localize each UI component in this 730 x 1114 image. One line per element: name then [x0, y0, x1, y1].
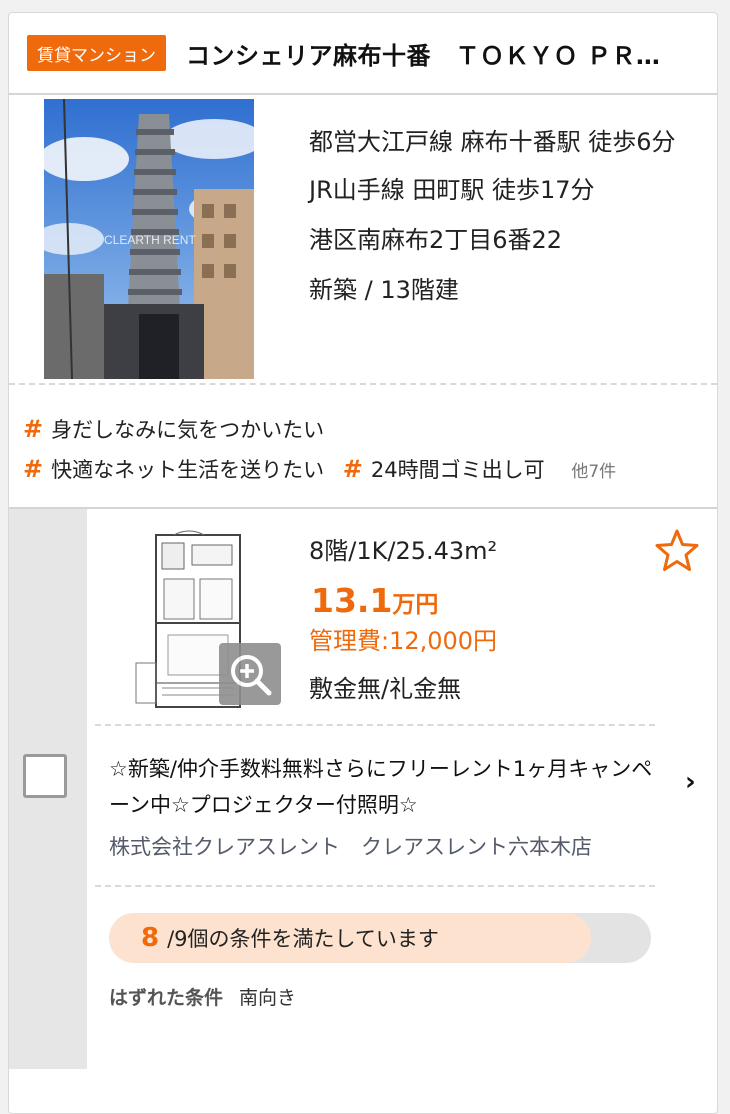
chevron-right-icon[interactable]: › — [685, 767, 696, 797]
photo-watermark: CLEARTH RENT — [104, 233, 196, 247]
room-select-column — [9, 509, 87, 1069]
access-line-2: JR山手線 田町駅 徒歩17分 — [309, 176, 595, 204]
condition-match-bar: 8 /9個の条件を満たしています — [109, 913, 651, 963]
more-tags-count[interactable]: 他7件 — [571, 462, 616, 482]
building-photo[interactable]: CLEARTH RENT — [44, 99, 254, 379]
rent-price: 13.1万円 — [311, 581, 438, 620]
unmet-value: 南向き — [239, 987, 297, 1009]
agent-name[interactable]: 株式会社クレアスレント クレアスレント六本木店 — [109, 831, 649, 861]
deposit-key-money: 敷金無/礼金無 — [309, 675, 462, 703]
zoom-in-button[interactable] — [219, 643, 281, 705]
feature-tag[interactable]: #24時間ゴミ出し可 — [343, 449, 545, 489]
rent-unit: 万円 — [392, 592, 439, 618]
hash-icon: # — [23, 455, 44, 483]
property-type-badge: 賃貸マンション — [27, 35, 166, 71]
room-spec: 8階/1K/25.43m² — [309, 537, 498, 565]
hash-icon: # — [342, 455, 363, 483]
feature-tag[interactable]: # 身だしなみに気をつかいたい — [23, 409, 324, 449]
favorite-button[interactable] — [653, 527, 701, 575]
divider — [9, 383, 717, 385]
feature-tags: # 身だしなみに気をつかいたい # 快適なネット生活を送りたい #24時間ゴミ出し可… — [23, 409, 713, 489]
hash-icon: # — [23, 415, 44, 443]
feature-tag[interactable]: # 快適なネット生活を送りたい — [23, 449, 324, 489]
divider — [95, 724, 655, 726]
zoom-in-icon — [231, 655, 272, 696]
divider — [95, 885, 655, 887]
unmet-label: はずれた条件 — [109, 987, 224, 1009]
room-checkbox[interactable] — [23, 754, 67, 798]
room-row[interactable]: 8階/1K/25.43m² 13.1万円 管理費:12,000円 敷金無/礼金無… — [9, 509, 717, 1113]
building-summary: 新築 / 13階建 — [309, 276, 459, 304]
match-count: 8 — [141, 923, 160, 953]
star-outline-icon — [655, 529, 699, 571]
unmet-conditions: はずれた条件 南向き — [109, 983, 296, 1010]
match-suffix: /9個の条件を満たしています — [167, 927, 439, 951]
access-line-1: 都営大江戸線 麻布十番駅 徒歩6分 — [309, 128, 676, 156]
condition-match-text: 8 /9個の条件を満たしています — [141, 913, 439, 963]
rent-value: 13.1 — [311, 581, 393, 620]
building-name[interactable]: コンシェリア麻布十番 ＴＯＫＹＯ ＰＲＥＭＩＵＭ — [186, 36, 666, 71]
listing-header: 賃貸マンション コンシェリア麻布十番 ＴＯＫＹＯ ＰＲＥＭＩＵＭ — [9, 13, 717, 95]
building-info: 都営大江戸線 麻布十番駅 徒歩6分 JR山手線 田町駅 徒歩17分 港区南麻布2… — [309, 125, 709, 323]
listing-card[interactable]: 賃貸マンション コンシェリア麻布十番 ＴＯＫＹＯ ＰＲＥＭＩＵＭ — [8, 12, 718, 1114]
pr-comment[interactable]: ☆新築/仲介手数料無料さらにフリーレント1ヶ月キャンペーン中☆プロジェクター付照… — [109, 751, 669, 823]
address: 港区南麻布2丁目6番22 — [309, 226, 563, 254]
management-fee: 管理費:12,000円 — [309, 627, 498, 655]
